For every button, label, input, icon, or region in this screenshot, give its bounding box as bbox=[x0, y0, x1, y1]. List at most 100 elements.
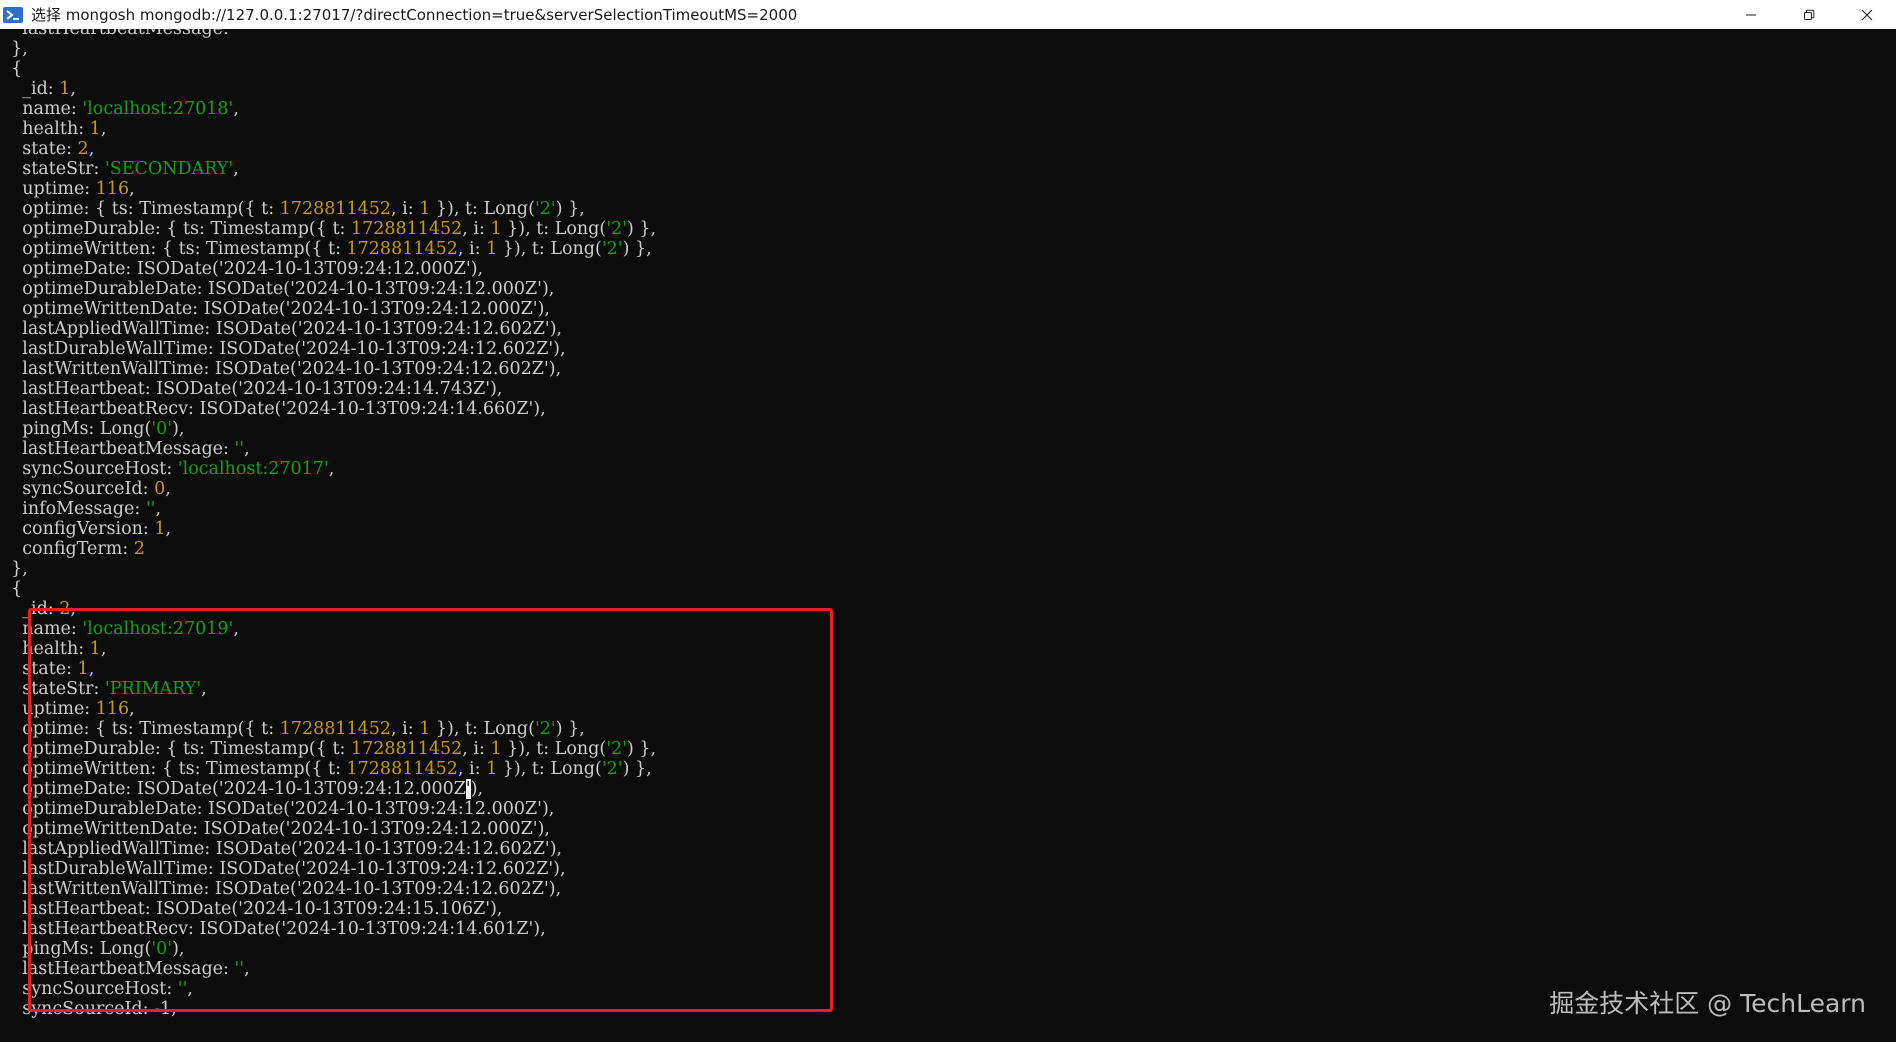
console-token: state: bbox=[0, 659, 78, 679]
console-token: optimeDurable: { ts: Timestamp({ t: bbox=[0, 219, 351, 239]
console-token: 1 bbox=[486, 239, 498, 259]
console-token: syncSourceHost: bbox=[0, 979, 178, 999]
close-button[interactable] bbox=[1838, 0, 1896, 29]
console-token: 1 bbox=[486, 759, 498, 779]
console-token: , bbox=[187, 979, 193, 999]
console-token: lastWrittenWallTime: ISODate('2024-10-13… bbox=[0, 359, 562, 379]
console-line: uptime: 116, bbox=[0, 699, 656, 719]
console-line: lastHeartbeat: ISODate('2024-10-13T09:24… bbox=[0, 899, 656, 919]
minimize-icon bbox=[1746, 14, 1756, 15]
console-token: uptime: bbox=[0, 699, 96, 719]
console-token: uptime: bbox=[0, 179, 96, 199]
console-token: syncSourceId: -1, bbox=[0, 999, 177, 1019]
console-line: optimeDate: ISODate('2024-10-13T09:24:12… bbox=[0, 779, 656, 799]
console-token: optimeDate: ISODate('2024-10-13T09:24:12… bbox=[0, 779, 466, 799]
console-token: lastHeartbeat: ISODate('2024-10-13T09:24… bbox=[0, 899, 503, 919]
console-output[interactable]: lastHeartbeatMessage: '' }, { _id: 1, na… bbox=[0, 29, 1896, 1042]
console-line: lastHeartbeatMessage: '', bbox=[0, 439, 656, 459]
console-line: { bbox=[0, 579, 656, 599]
console-token: optimeWritten: { ts: Timestamp({ t: bbox=[0, 759, 347, 779]
console-token: 'PRIMARY' bbox=[104, 679, 202, 699]
console-line: lastHeartbeatMessage: '', bbox=[0, 959, 656, 979]
console-token: , bbox=[129, 699, 135, 719]
console-token: '2' bbox=[601, 759, 623, 779]
console-line: optimeDurable: { ts: Timestamp({ t: 1728… bbox=[0, 219, 656, 239]
console-token: ), bbox=[470, 779, 484, 799]
console-token: { bbox=[0, 579, 23, 599]
console-line: syncSourceHost: 'localhost:27017', bbox=[0, 459, 656, 479]
watermark: 掘金技术社区 @ TechLearn bbox=[1549, 989, 1866, 1018]
console-token: pingMs: Long( bbox=[0, 939, 152, 959]
console-token: , bbox=[233, 159, 239, 179]
console-token: }), t: Long( bbox=[501, 219, 607, 239]
console-token: '0' bbox=[151, 419, 173, 439]
console-token: ) }, bbox=[622, 759, 652, 779]
console-token: , bbox=[100, 639, 107, 659]
minimize-button[interactable] bbox=[1722, 0, 1780, 29]
console-line: lastDurableWallTime: ISODate('2024-10-13… bbox=[0, 859, 656, 879]
console-token: optimeDurableDate: ISODate('2024-10-13T0… bbox=[0, 279, 555, 299]
console-token: 'localhost:27017' bbox=[177, 459, 329, 479]
console-line: stateStr: 'PRIMARY', bbox=[0, 679, 656, 699]
restore-icon bbox=[1804, 9, 1815, 20]
console-token: , i: bbox=[462, 219, 491, 239]
console-line: pingMs: Long('0'), bbox=[0, 419, 656, 439]
console-token: stateStr: bbox=[0, 159, 105, 179]
console-token: 2 bbox=[77, 139, 89, 159]
console-token: '' bbox=[145, 499, 156, 519]
title-bar[interactable]: 选择 mongosh mongodb://127.0.0.1:27017/?di… bbox=[0, 0, 1896, 29]
console-token: , bbox=[88, 139, 95, 159]
console-token: , bbox=[100, 119, 107, 139]
console-token: optimeWrittenDate: ISODate('2024-10-13T0… bbox=[0, 819, 550, 839]
console-token: }, bbox=[0, 39, 28, 59]
terminal-window: 选择 mongosh mongodb://127.0.0.1:27017/?di… bbox=[0, 0, 1896, 1042]
console-token: ), bbox=[172, 939, 185, 959]
console-token: ), bbox=[172, 419, 185, 439]
console-token: , i: bbox=[462, 739, 491, 759]
console-token: 2 bbox=[133, 539, 145, 559]
console-token: _id: bbox=[0, 599, 60, 619]
console-token: syncSourceHost: bbox=[0, 459, 178, 479]
console-token: }), t: Long( bbox=[501, 739, 607, 759]
console-token: , bbox=[201, 679, 207, 699]
console-token: 1728811452 bbox=[279, 199, 392, 219]
console-line: }, bbox=[0, 39, 656, 59]
console-token: 1728811452 bbox=[346, 759, 458, 779]
console-line: name: 'localhost:27019', bbox=[0, 619, 656, 639]
console-token: lastDurableWallTime: ISODate('2024-10-13… bbox=[0, 339, 566, 359]
console-line: lastHeartbeatRecv: ISODate('2024-10-13T0… bbox=[0, 919, 656, 939]
console-token: lastAppliedWallTime: ISODate('2024-10-13… bbox=[0, 839, 563, 859]
console-token: optime: { ts: Timestamp({ t: bbox=[0, 719, 280, 739]
console-line: optimeDurable: { ts: Timestamp({ t: 1728… bbox=[0, 739, 656, 759]
console-token: ) }, bbox=[622, 239, 652, 259]
console-token: 0 bbox=[154, 479, 166, 499]
console-token: optimeDate: ISODate('2024-10-13T09:24:12… bbox=[0, 259, 484, 279]
console-token: ) }, bbox=[555, 199, 585, 219]
console-token: lastHeartbeatRecv: ISODate('2024-10-13T0… bbox=[0, 919, 546, 939]
console-line: optimeDate: ISODate('2024-10-13T09:24:12… bbox=[0, 259, 656, 279]
console-token: lastHeartbeatMessage: bbox=[0, 439, 235, 459]
restore-button[interactable] bbox=[1780, 0, 1838, 29]
console-line: pingMs: Long('0'), bbox=[0, 939, 656, 959]
console-token: lastHeartbeat: ISODate('2024-10-13T09:24… bbox=[0, 379, 503, 399]
console-token: 1 bbox=[59, 79, 71, 99]
console-token: , i: bbox=[391, 719, 420, 739]
console-token: , bbox=[70, 79, 76, 99]
console-token: optimeWrittenDate: ISODate('2024-10-13T0… bbox=[0, 299, 550, 319]
console-token: syncSourceId: bbox=[0, 479, 155, 499]
console-line: optimeWrittenDate: ISODate('2024-10-13T0… bbox=[0, 819, 656, 839]
window-title: 选择 mongosh mongodb://127.0.0.1:27017/?di… bbox=[31, 6, 798, 24]
console-line: configTerm: 2 bbox=[0, 539, 656, 559]
console-token: 1 bbox=[419, 199, 431, 219]
console-token: '2' bbox=[534, 199, 556, 219]
console-line: optimeWrittenDate: ISODate('2024-10-13T0… bbox=[0, 299, 656, 319]
console-line: lastDurableWallTime: ISODate('2024-10-13… bbox=[0, 339, 656, 359]
console-token: }, bbox=[0, 559, 28, 579]
console-lines: lastHeartbeatMessage: '' }, { _id: 1, na… bbox=[0, 29, 656, 1019]
console-token: lastAppliedWallTime: ISODate('2024-10-13… bbox=[0, 319, 563, 339]
console-token: }), t: Long( bbox=[430, 199, 535, 219]
console-token: ) }, bbox=[626, 219, 657, 239]
console-line: lastWrittenWallTime: ISODate('2024-10-13… bbox=[0, 879, 656, 899]
console-line: }, bbox=[0, 559, 656, 579]
console-token: '2' bbox=[606, 739, 627, 759]
